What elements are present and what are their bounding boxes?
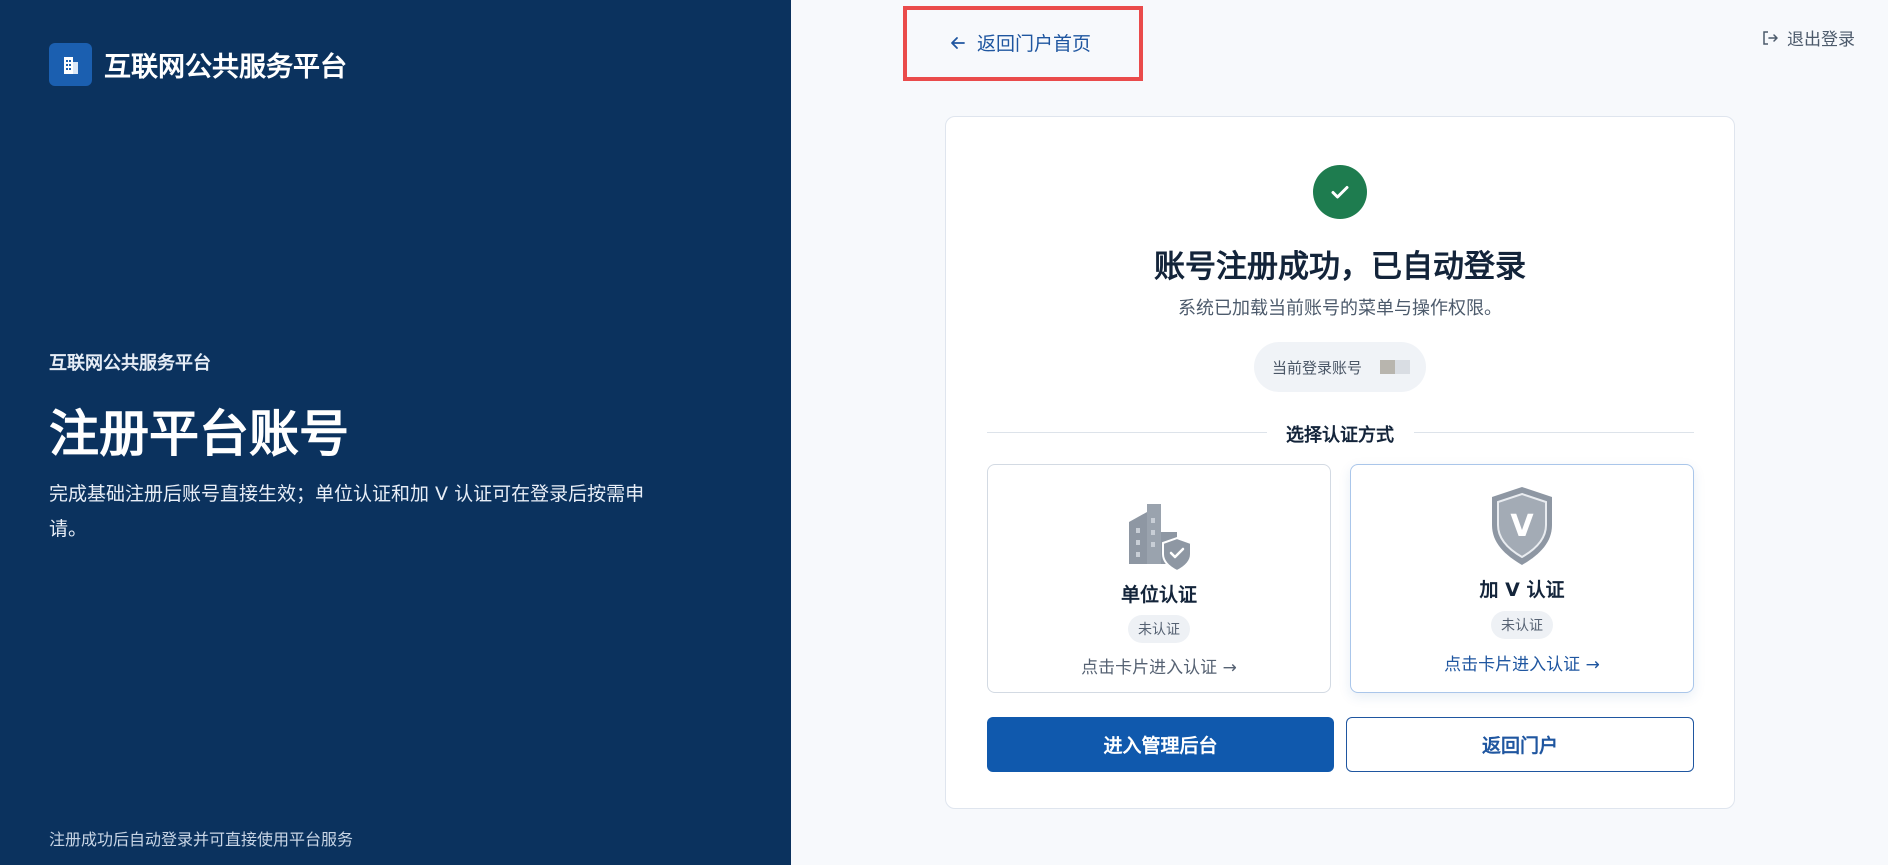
v-shield-icon: V xyxy=(1492,487,1552,565)
svg-text:V: V xyxy=(1510,509,1534,544)
v-auth-action-label: 点击卡片进入认证 xyxy=(1444,655,1581,675)
enter-admin-button[interactable]: 进入管理后台 xyxy=(987,717,1334,772)
registration-success-card: 账号注册成功，已自动登录 系统已加载当前账号的菜单与操作权限。 当前登录账号 选… xyxy=(945,116,1735,809)
back-link-label: 返回门户首页 xyxy=(977,33,1092,55)
account-name-masked xyxy=(1380,360,1411,374)
building-shield-icon xyxy=(1129,504,1192,573)
unit-auth-status-badge: 未认证 xyxy=(1128,615,1190,643)
logout-icon xyxy=(1763,30,1778,45)
current-account-label: 当前登录账号 xyxy=(1272,358,1363,377)
unit-auth-action-label: 点击卡片进入认证 xyxy=(1081,658,1218,678)
arrow-right-icon: → xyxy=(1585,655,1600,675)
v-auth-action: 点击卡片进入认证 → xyxy=(1351,650,1693,675)
arrow-right-icon: → xyxy=(1222,658,1237,678)
hero-kicker: 互联网公共服务平台 xyxy=(49,353,211,374)
v-auth-card[interactable]: V 加 V 认证 未认证 点击卡片进入认证 → xyxy=(1350,464,1694,693)
v-auth-status-badge: 未认证 xyxy=(1491,611,1553,639)
success-check-icon xyxy=(1313,165,1367,219)
arrow-left-icon xyxy=(951,36,965,49)
brand-name: 互联网公共服务平台 xyxy=(104,52,347,83)
current-account-pill: 当前登录账号 xyxy=(1254,342,1426,392)
unit-auth-card[interactable]: 单位认证 未认证 点击卡片进入认证 → xyxy=(987,464,1331,693)
success-title: 账号注册成功，已自动登录 xyxy=(1154,249,1526,285)
v-auth-title: 加 V 认证 xyxy=(1479,579,1565,601)
left-panel: 互联网公共服务平台 互联网公共服务平台 注册平台账号 完成基础注册后账号直接生效… xyxy=(0,0,791,865)
hero-title: 注册平台账号 xyxy=(49,405,349,463)
auth-method-divider-label: 选择认证方式 xyxy=(1286,425,1394,446)
back-to-portal-home-link[interactable]: 返回门户首页 xyxy=(949,29,1091,56)
brand[interactable]: 互联网公共服务平台 xyxy=(49,43,347,86)
left-footer-note: 注册成功后自动登录并可直接使用平台服务 xyxy=(49,830,354,849)
unit-auth-title: 单位认证 xyxy=(1120,584,1197,606)
logout-label: 退出登录 xyxy=(1787,30,1855,50)
return-portal-button[interactable]: 返回门户 xyxy=(1346,717,1694,772)
unit-auth-action: 点击卡片进入认证 → xyxy=(988,653,1330,678)
building-logo-icon xyxy=(49,43,92,86)
success-subtitle: 系统已加载当前账号的菜单与操作权限。 xyxy=(1178,298,1502,319)
back-to-portal-home-link-highlight[interactable]: 返回门户首页 xyxy=(903,6,1143,81)
hero-description: 完成基础注册后账号直接生效；单位认证和加 V 认证可在登录后按需申请。 xyxy=(49,483,645,540)
logout-link[interactable]: 退出登录 xyxy=(1761,25,1855,50)
